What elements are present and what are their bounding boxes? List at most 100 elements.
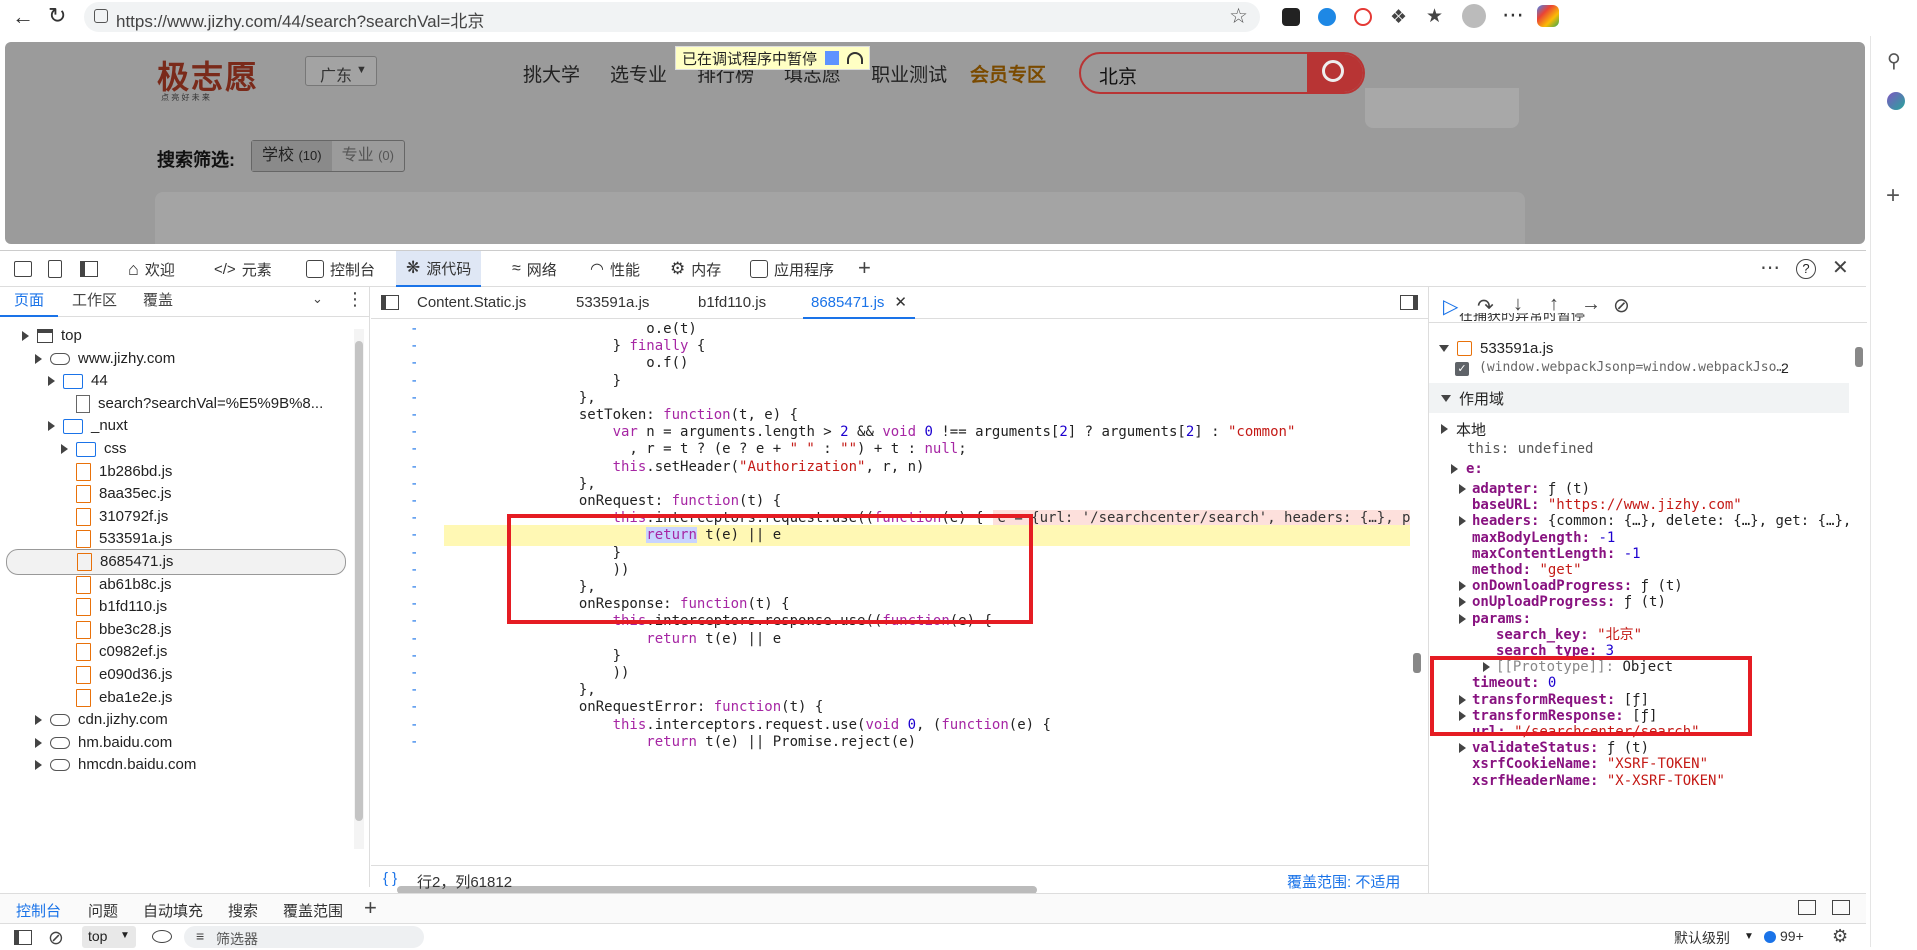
line-gutter-mark[interactable]: - [410, 596, 420, 612]
line-gutter-mark[interactable]: - [410, 321, 420, 337]
line-gutter-mark[interactable]: - [410, 682, 420, 698]
tab-memory[interactable]: ⚙ 内存 [670, 251, 721, 287]
vip-link[interactable]: 会员专区 [970, 60, 1046, 87]
scope-property[interactable]: xsrfHeaderName: "X-XSRF-TOKEN" [1459, 771, 1725, 791]
inspect-element-icon[interactable] [14, 261, 32, 277]
search-button[interactable] [1307, 54, 1363, 92]
line-gutter-mark[interactable]: - [410, 717, 420, 733]
line-gutter-mark[interactable]: - [410, 613, 420, 629]
line-gutter-mark[interactable]: - [410, 648, 420, 664]
scrollbar-thumb[interactable] [1413, 653, 1421, 673]
scope-e-row[interactable]: e: [1451, 459, 1483, 479]
close-drawer-icon[interactable] [1832, 900, 1850, 915]
pretty-print-icon[interactable]: { } [383, 870, 397, 887]
sidebar-copilot-icon[interactable] [1887, 92, 1905, 110]
url-text[interactable]: https://www.jizhy.com/44/search?searchVa… [116, 7, 484, 32]
line-gutter-mark[interactable]: - [410, 510, 420, 526]
pause-on-caught-row[interactable]: 在捕获的异常时暂停 [1437, 313, 1585, 329]
editor-vscrollbar[interactable] [1411, 323, 1423, 853]
close-devtools-icon[interactable]: ✕ [1832, 255, 1849, 280]
code-line[interactable]: return t(e) || Promise.reject(e) [444, 732, 916, 753]
tab-performance[interactable]: ◠ 性能 [590, 251, 640, 287]
scope-section-header[interactable]: 作用域 [1429, 383, 1849, 413]
line-gutter-mark[interactable]: - [410, 734, 420, 750]
favorites-icon[interactable]: ★ [1426, 5, 1443, 28]
refresh-icon[interactable]: ↻ [48, 3, 66, 29]
tab-elements[interactable]: </> 元素 [214, 251, 272, 287]
deactivate-breakpoints-icon[interactable]: ⊘ [1613, 293, 1630, 318]
help-icon[interactable]: ? [1796, 259, 1816, 279]
chevron-down-icon[interactable]: ⌄ [312, 291, 323, 307]
checkbox-checked-icon[interactable]: ✓ [1455, 362, 1469, 376]
line-gutter-mark[interactable]: - [410, 338, 420, 354]
tab-console[interactable]: 控制台 [306, 251, 375, 287]
nav-item[interactable]: 选专业 [610, 60, 667, 90]
settings-gear-icon[interactable]: ⚙ [1832, 926, 1848, 947]
site-logo[interactable]: 极志愿 点 亮 好 未 来 [157, 52, 267, 102]
drawer-tab-autofill[interactable]: 自动填充 [143, 900, 203, 921]
close-tab-icon[interactable]: ✕ [894, 293, 907, 311]
callstack-file-row[interactable]: 533591a.js [1439, 337, 1553, 359]
sidebar-add-icon[interactable]: + [1886, 182, 1900, 210]
line-gutter-mark[interactable]: - [410, 631, 420, 647]
line-gutter-mark[interactable]: - [410, 373, 420, 389]
tab-application[interactable]: 应用程序 [750, 251, 834, 287]
expand-arrow-icon[interactable] [1459, 484, 1466, 494]
dock-panel-icon[interactable] [80, 261, 98, 277]
expand-arrow-icon[interactable] [1459, 581, 1466, 592]
expand-arrow-icon[interactable] [1459, 743, 1466, 754]
line-gutter-mark[interactable]: - [410, 424, 420, 440]
line-gutter-mark[interactable]: - [410, 527, 420, 543]
line-gutter-mark[interactable]: - [410, 493, 420, 509]
line-gutter-mark[interactable]: - [410, 562, 420, 578]
address-bar[interactable]: https://www.jizhy.com/44/search?searchVa… [84, 2, 1260, 32]
line-gutter-mark[interactable]: - [410, 441, 420, 457]
device-toolbar-icon[interactable] [48, 260, 62, 278]
nav-item[interactable]: 职业测试 [871, 60, 947, 90]
toggle-navigator-icon[interactable] [381, 295, 399, 310]
tab-network[interactable]: ≈ 网络 [512, 251, 557, 287]
drawer-tab-issues[interactable]: 问题 [88, 900, 118, 921]
toggle-debugger-icon[interactable] [1400, 295, 1418, 310]
scrollbar-thumb[interactable] [1855, 347, 1863, 367]
file-tab[interactable]: 533591a.js [576, 287, 649, 319]
scope-local-row[interactable]: 本地 [1441, 419, 1486, 439]
tab-sources[interactable]: ❋ 源代码 [396, 251, 482, 287]
extension-icon-3[interactable] [1354, 8, 1372, 26]
undock-drawer-icon[interactable] [1798, 900, 1816, 915]
expand-arrow-icon[interactable] [1459, 597, 1466, 608]
extension-icon-1[interactable] [1282, 8, 1300, 26]
line-gutter-mark[interactable]: - [410, 459, 420, 475]
filter-school-tab[interactable]: 学校 (10) [252, 141, 332, 171]
nav-tab-workspace[interactable]: 工作区 [72, 287, 117, 315]
more-options-icon[interactable]: ⋮ [346, 289, 364, 310]
tab-welcome[interactable]: ⌂ 欢迎 [128, 251, 175, 287]
line-gutter-mark[interactable]: - [410, 407, 420, 423]
nav-tab-overrides[interactable]: 覆盖 [143, 287, 173, 315]
more-menu-icon[interactable]: ⋯ [1502, 2, 1524, 28]
add-tab-icon[interactable]: + [858, 255, 871, 281]
drawer-tab-search[interactable]: 搜索 [228, 900, 258, 921]
file-tab[interactable]: b1fd110.js [698, 287, 766, 319]
extension-icon-2[interactable] [1318, 8, 1336, 26]
add-drawer-tab-icon[interactable]: + [364, 895, 377, 921]
file-tab-active[interactable]: 8685471.js ✕ [803, 287, 915, 319]
more-tools-icon[interactable]: ⋯ [1760, 255, 1780, 280]
line-gutter-mark[interactable]: - [410, 545, 420, 561]
nav-item[interactable]: 挑大学 [523, 60, 580, 90]
back-icon[interactable]: ← [12, 4, 34, 30]
step-over-icon[interactable] [847, 52, 864, 64]
sidebar-search-icon[interactable]: ⚲ [1887, 50, 1901, 73]
line-gutter-mark[interactable]: - [410, 665, 420, 681]
callstack-frame-row[interactable]: ✓ (window.webpackJsonp=window.webpackJso… [1455, 359, 1855, 379]
line-gutter-mark[interactable]: - [410, 699, 420, 715]
favorite-star-icon[interactable]: ☆ [1229, 4, 1248, 29]
issues-count[interactable]: 99+ [1780, 928, 1804, 944]
eye-icon[interactable] [152, 930, 172, 943]
sidebar-toggle-icon[interactable] [14, 930, 32, 945]
copilot-icon[interactable] [1537, 5, 1559, 27]
site-info-icon[interactable] [94, 9, 108, 23]
drawer-tab-coverage[interactable]: 覆盖范围 [283, 900, 343, 921]
log-level-select[interactable]: 默认级别 [1674, 928, 1730, 948]
drawer-tab-console[interactable]: 控制台 [16, 900, 61, 921]
